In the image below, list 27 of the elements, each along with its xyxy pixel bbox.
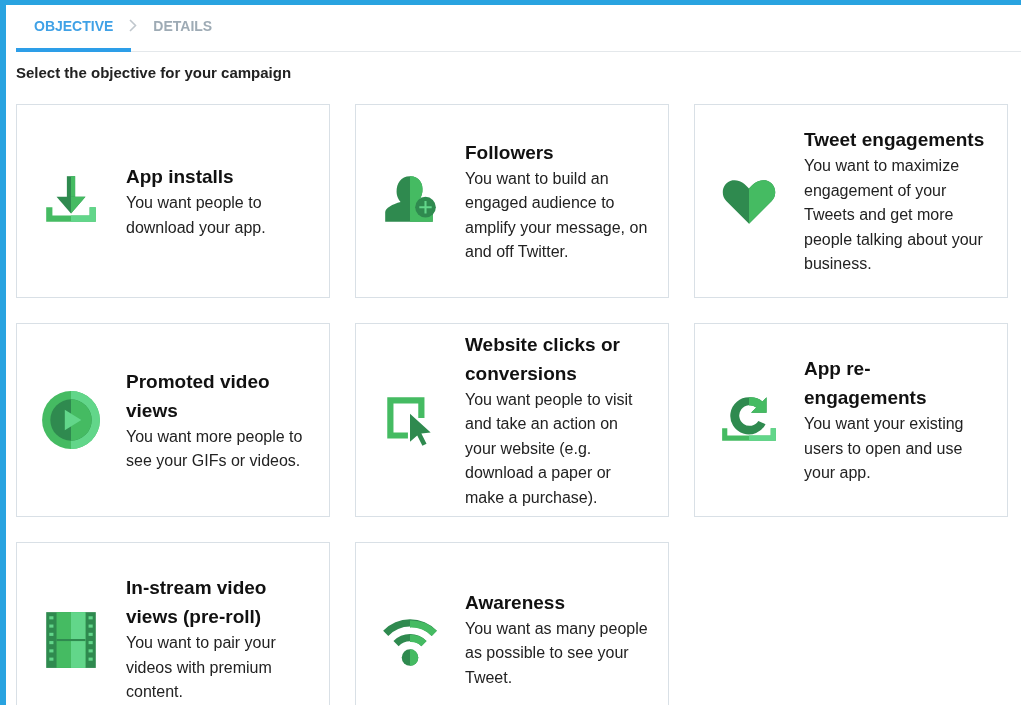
objective-card[interactable]: In-stream video views (pre-roll) You want to pair your videos with premium content. [16,542,330,705]
objective-description: You want to build an engaged audience to amplify your message, on and off Twitter. [465,168,649,262]
objective-title: Promoted video views [126,369,271,423]
objective-card[interactable]: Tweet engagements You want to maximize engagement of your Tweets and get more people talking about your business. [694,104,1008,298]
objective-card[interactable]: Followers You want to build an engaged audience to amplify your message, on and off Twitter. [355,104,669,298]
objective-description: You want your existing users to open and use your app. [804,414,965,484]
objective-title: App re-engagements [804,357,928,411]
objective-description: You want people to visit and take an action on your website (e.g. download a paper or make a purchase). [465,389,634,508]
objective-title: In-stream video views (pre-roll) [126,576,268,630]
objective-description: You want to maximize engagement of your Tweets and get more people talking about your business. [804,156,984,275]
page-heading: Select the objective for your campaign [16,64,293,82]
objective-title: App installs [126,165,235,189]
chevron-icon [129,18,138,32]
objective-card[interactable]: App installs You want people to download your app. [16,104,330,298]
objective-title: Tweet engagements [804,128,986,153]
objective-card[interactable]: Promoted video views You want more people to see your GIFs or videos. [16,323,330,517]
objective-description: You want to pair your videos with premium content. [126,633,277,703]
objective-title: Followers [465,140,555,165]
objective-title: Awareness [465,590,566,615]
objective-description: You want more people to see your GIFs or videos. [126,426,304,471]
objective-card[interactable]: Website clicks or conversions You want people to visit and take an action on your website (e.g. download a paper or make a purchase). [355,323,669,517]
objective-card[interactable]: App re-engagements You want your existing users to open and use your app. [694,323,1008,517]
objective-description: You want people to download your app. [126,193,267,238]
objective-title: Website clicks or conversions [465,332,621,386]
objective-description: You want as many people as possible to see your Tweet. [465,618,649,688]
objective-card[interactable]: Awareness You want as many people as possible to see your Tweet. [355,542,669,705]
play-icon [40,389,102,451]
